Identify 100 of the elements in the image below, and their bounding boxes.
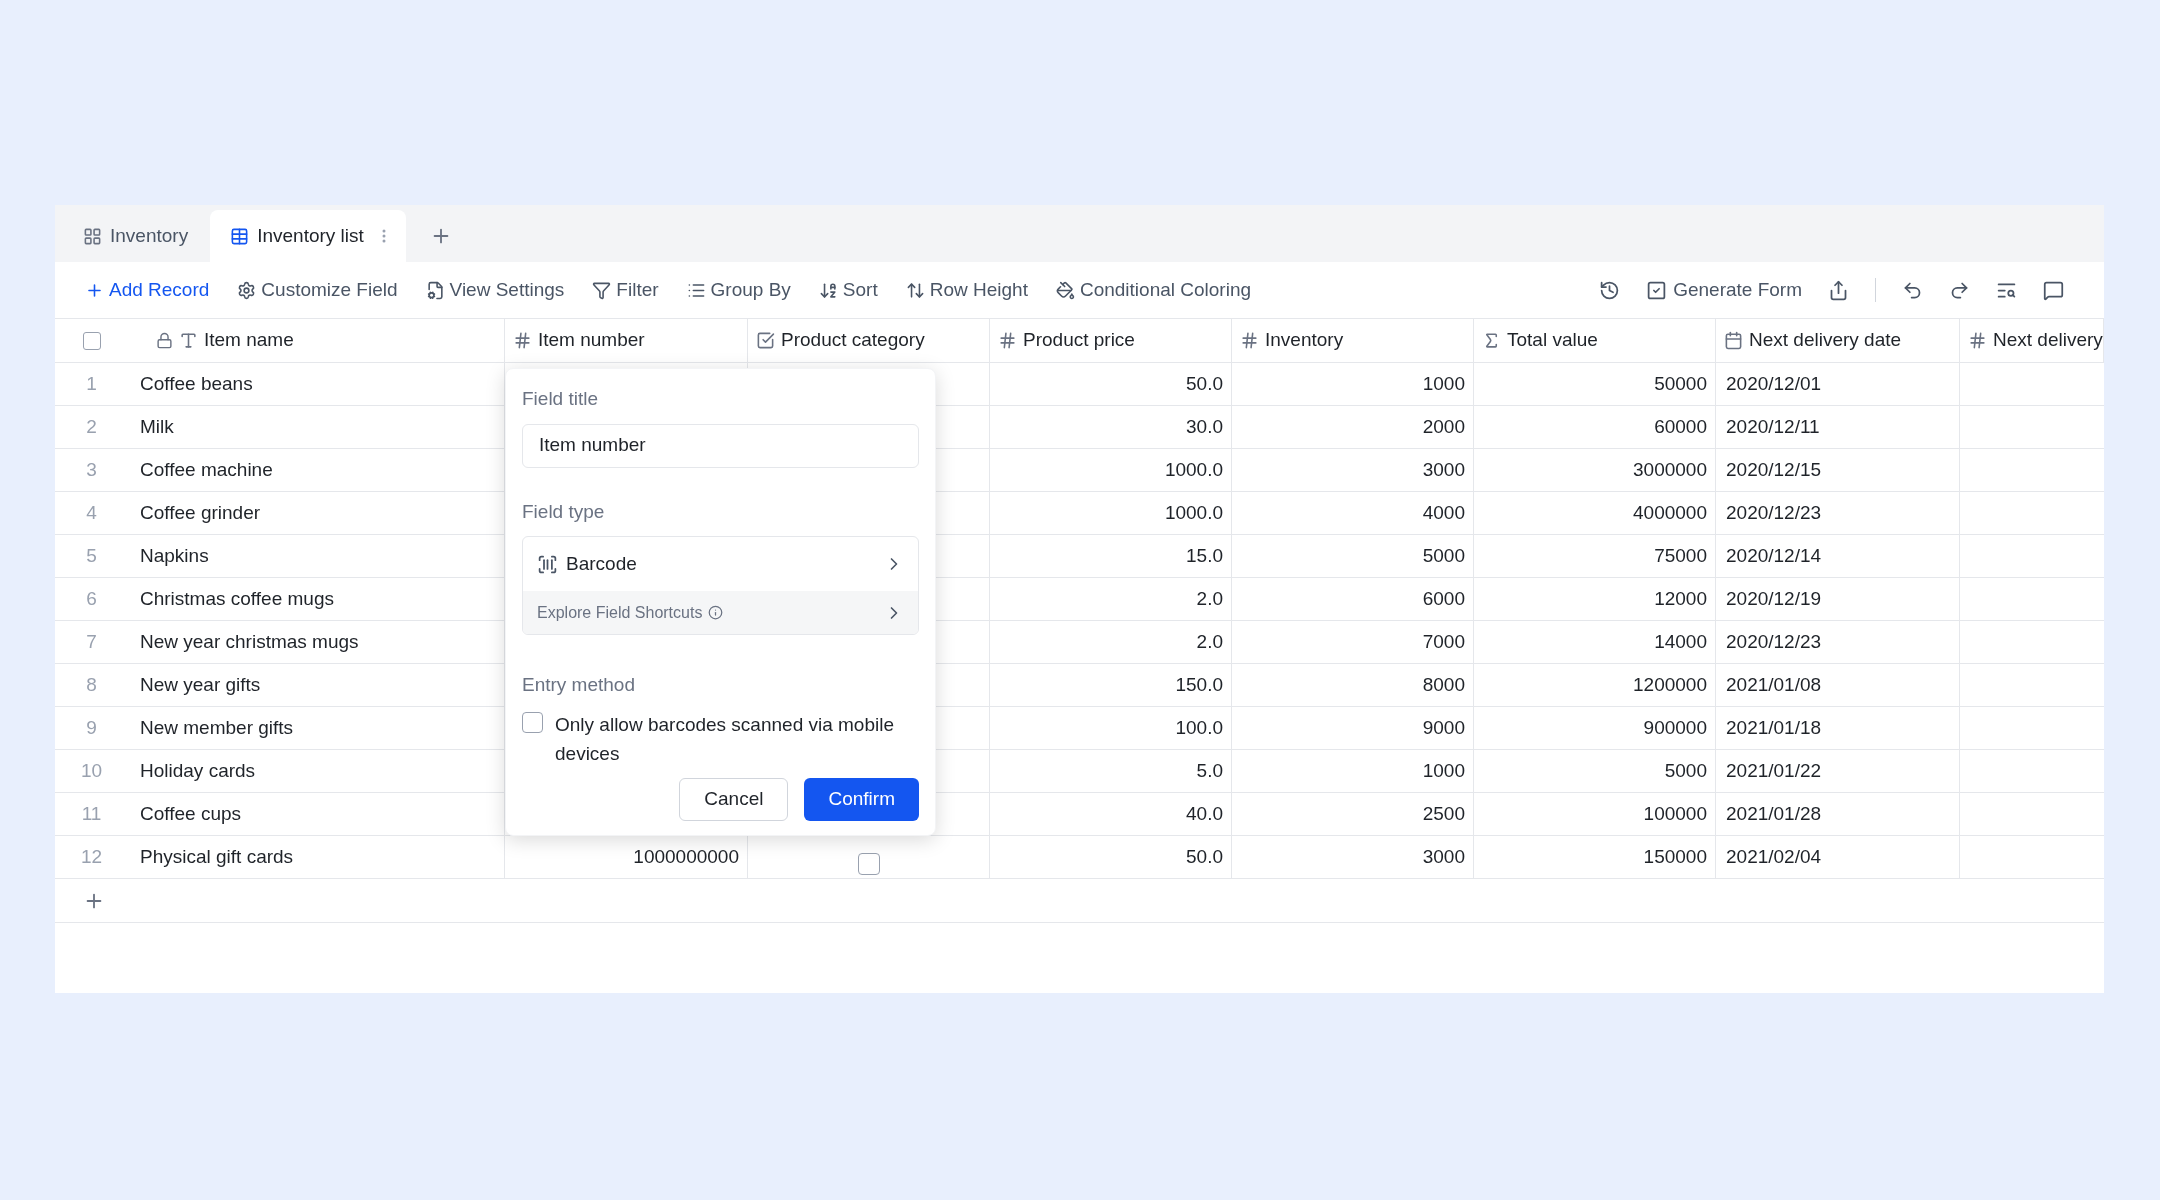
toolbar-button[interactable]: Customize Field <box>237 275 398 305</box>
table-cell-text: 2000 <box>1422 414 1465 439</box>
toolbar-icon-button[interactable] <box>1599 279 1621 301</box>
column-header[interactable]: Product category <box>748 319 990 362</box>
view-tab[interactable]: Inventory <box>63 210 209 262</box>
table-cell-text: 2021/01/18 <box>1726 715 1822 740</box>
table-cell-text: 1000000000 <box>633 844 739 869</box>
table-cell-text: 50000 <box>1654 371 1707 396</box>
column-header[interactable]: Total value <box>1474 319 1716 362</box>
table-cell-text: New year gifts <box>140 672 261 697</box>
hash-icon <box>1240 331 1259 350</box>
filter-icon <box>592 280 612 300</box>
table-cell-text: 2.0 <box>1196 586 1223 611</box>
field-type-select[interactable]: Barcode <box>523 537 918 591</box>
row-number: 7 <box>86 629 97 654</box>
table-cell-text: 1200000 <box>1633 672 1707 697</box>
comment-icon <box>2043 279 2064 301</box>
table-cell-text: 150000 <box>1643 844 1707 869</box>
table-cell-text: 6000 <box>1422 586 1465 611</box>
table-cell-text: 2021/02/04 <box>1726 844 1822 869</box>
table-cell-text: 5000 <box>1422 543 1465 568</box>
more-icon <box>381 229 386 243</box>
paint-bucket-icon <box>1055 280 1075 300</box>
table-cell-text: 3000 <box>1422 844 1465 869</box>
table-cell-text: Christmas coffee mugs <box>140 586 334 611</box>
table-cell-text: 2020/12/15 <box>1726 457 1822 482</box>
row-number: 11 <box>81 801 102 826</box>
table-cell-text: 100.0 <box>1175 715 1223 740</box>
table-cell-text: 2020/12/19 <box>1726 586 1822 611</box>
barcode-icon <box>537 553 558 575</box>
table-cell-text: 5.0 <box>1196 758 1223 783</box>
table-cell-text: 2021/01/08 <box>1726 672 1822 697</box>
toolbar-button[interactable]: Filter <box>592 275 659 305</box>
confirm-button[interactable]: Confirm <box>804 778 919 821</box>
grid-icon <box>83 226 102 246</box>
row-height-icon <box>905 280 925 300</box>
table-cell-text: 900000 <box>1643 715 1707 740</box>
column-header[interactable]: Item number <box>505 319 748 362</box>
table-cell-text: 2020/12/14 <box>1726 543 1822 568</box>
toolbar-button[interactable]: View Settings <box>425 275 565 305</box>
table-cell-text: 2500 <box>1422 801 1465 826</box>
table-cell-text: New year christmas mugs <box>140 629 359 654</box>
row-number: 5 <box>86 543 97 568</box>
field-label: Field title <box>522 387 600 411</box>
table-cell-text: Physical gift cards <box>140 844 294 869</box>
toolbar-icon-button[interactable] <box>2043 279 2064 301</box>
entry-method-checkbox[interactable] <box>522 711 543 733</box>
table-cell-text: Coffee beans <box>140 371 253 396</box>
table-cell-text: 3000000 <box>1633 457 1707 482</box>
view-tab[interactable]: Inventory list <box>210 210 406 262</box>
table-cell-text: 2020/12/23 <box>1726 500 1822 525</box>
table-cell-text: 2021/01/28 <box>1726 801 1822 826</box>
table-cell-text: 15.0 <box>1186 543 1223 568</box>
checkbox-field-icon <box>756 331 775 350</box>
table-cell-text: Coffee machine <box>140 457 273 482</box>
column-header[interactable]: Inventory <box>1232 319 1474 362</box>
table-cell-text: 150.0 <box>1175 672 1223 697</box>
toolbar-button[interactable]: Group By <box>686 275 791 305</box>
table-cell-text: 14000 <box>1654 629 1707 654</box>
row-number: 9 <box>86 715 97 740</box>
generate-form-button[interactable]: Generate Form <box>1646 275 1802 305</box>
table-cell-text: Holiday cards <box>140 758 256 783</box>
select-all-checkbox[interactable] <box>82 331 101 350</box>
table-cell-text: 1000 <box>1422 371 1465 396</box>
toolbar-button[interactable]: Row Height <box>905 275 1028 305</box>
table-cell-text: 2020/12/11 <box>1726 414 1820 439</box>
toolbar-button[interactable]: Conditional Coloring <box>1055 275 1252 305</box>
row-number: 4 <box>86 500 97 525</box>
column-header[interactable]: Item name <box>128 319 505 362</box>
column-header[interactable]: Next delivery date <box>1716 319 1960 362</box>
info-icon <box>708 605 724 620</box>
field-shortcuts-link[interactable]: Explore Field Shortcuts <box>523 591 918 634</box>
column-header[interactable]: Next delivery <box>1960 319 2104 362</box>
column-header[interactable]: Product price <box>990 319 1232 362</box>
document-gear-icon <box>425 280 445 300</box>
share-icon <box>1828 279 1849 301</box>
toolbar-icon-button[interactable] <box>1828 279 1849 301</box>
row-checkbox[interactable] <box>857 853 880 875</box>
table-icon <box>230 226 250 246</box>
table-cell-text: 2.0 <box>1196 629 1223 654</box>
toolbar-button[interactable]: Add Record <box>85 275 210 305</box>
hash-icon <box>513 331 532 350</box>
table-cell-text: 9000 <box>1422 715 1465 740</box>
field-label: Field type <box>522 499 606 524</box>
table-cell-text: 100000 <box>1643 801 1707 826</box>
table-cell-text: 50.0 <box>1186 371 1223 396</box>
table-cell-text: Coffee grinder <box>140 500 261 525</box>
row-number: 8 <box>86 672 97 697</box>
table-cell-text: Napkins <box>140 543 209 568</box>
checkbox-label: Only allow barcodes scanned via mobile devices <box>555 712 895 766</box>
hash-icon <box>998 331 1017 350</box>
sort-icon <box>818 280 838 300</box>
toolbar-button[interactable]: Sort <box>818 275 878 305</box>
cancel-button[interactable]: Cancel <box>679 778 789 821</box>
table-cell-text: 1000.0 <box>1164 500 1223 525</box>
table-cell-text: 7000 <box>1422 629 1465 654</box>
field-title-input[interactable]: Item number <box>522 423 919 468</box>
text-field-icon <box>179 331 198 350</box>
table-cell-text: 60000 <box>1654 414 1707 439</box>
table-cell-text: Coffee cups <box>140 801 242 826</box>
